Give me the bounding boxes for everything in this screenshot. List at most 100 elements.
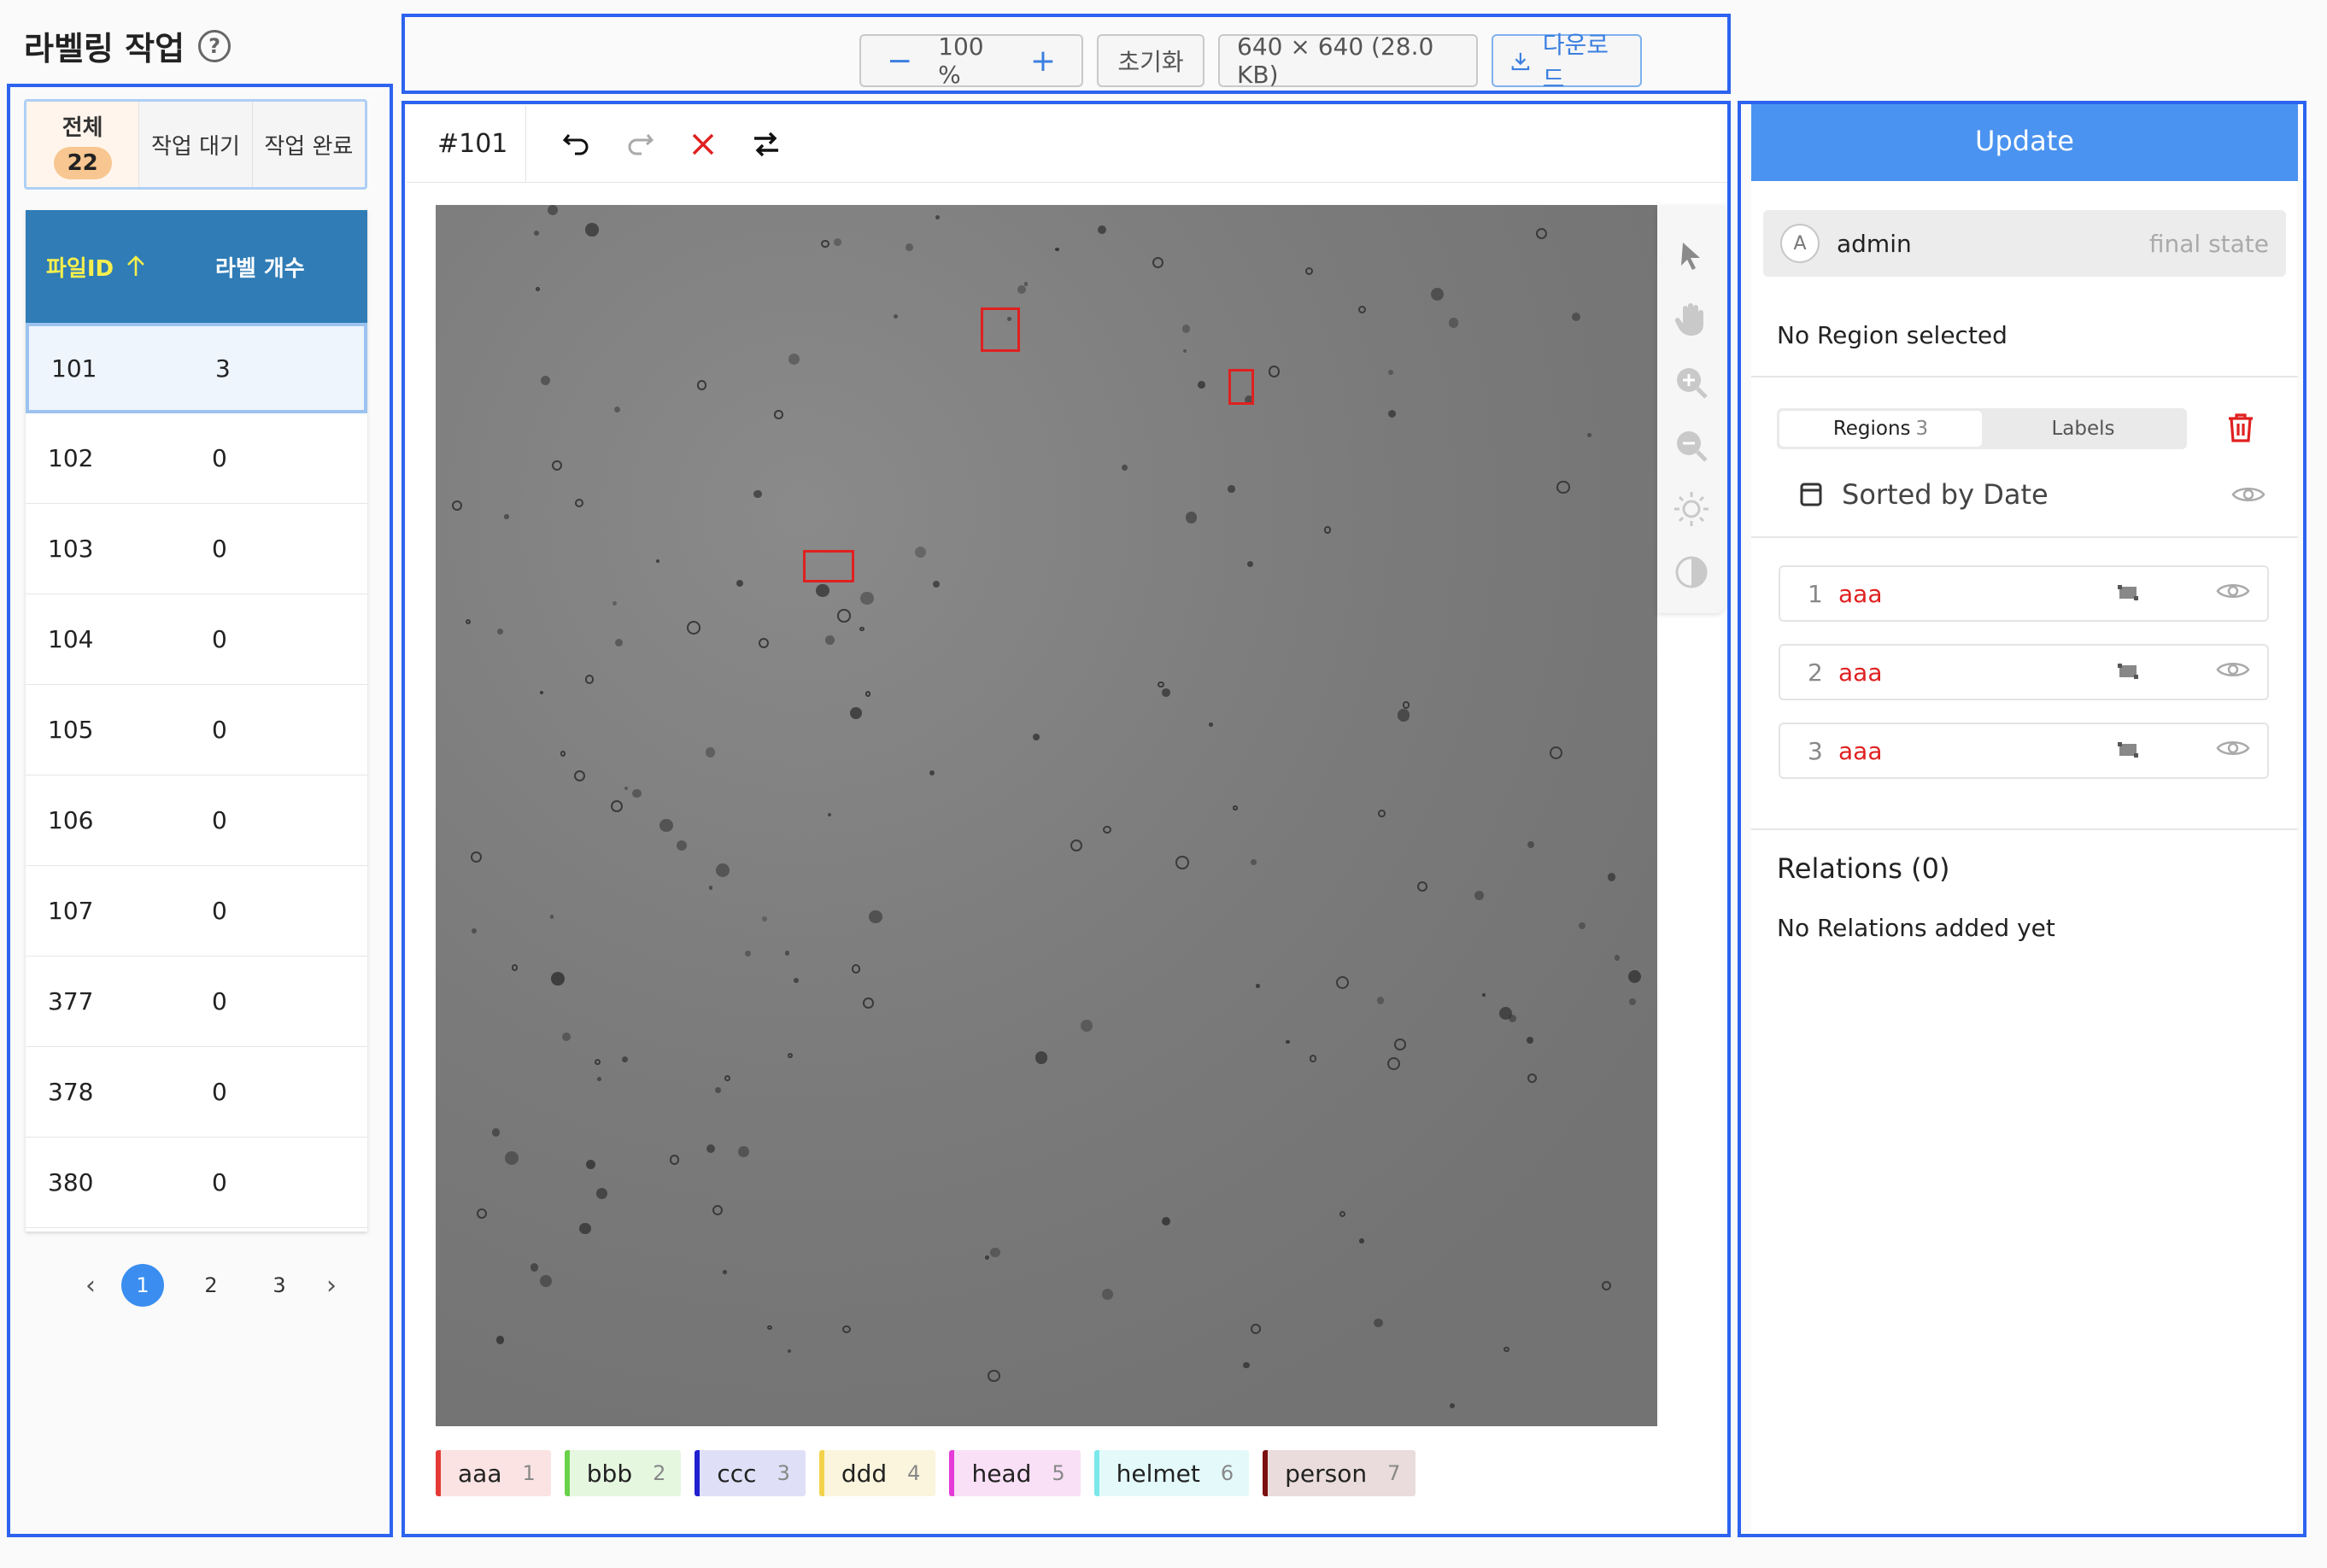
image-texture-speck bbox=[1402, 701, 1410, 709]
swap-icon[interactable] bbox=[750, 128, 783, 161]
image-texture-speck bbox=[990, 1247, 1000, 1257]
table-body: 101 3 102 0 103 0 104 0 105 0 106 0 107 0 377 0 378 0 380 0 bbox=[26, 323, 367, 1228]
page-3-button[interactable]: 3 bbox=[258, 1264, 301, 1307]
region-row[interactable]: 2 aaa bbox=[1779, 644, 2269, 700]
pan-hand-icon[interactable] bbox=[1673, 301, 1710, 338]
label-chip-person[interactable]: person 7 bbox=[1263, 1450, 1416, 1496]
update-button[interactable]: Update bbox=[1751, 101, 2298, 181]
column-header-file-id[interactable]: 파일ID bbox=[26, 251, 205, 283]
checkbox-icon bbox=[1800, 483, 1822, 506]
eye-icon[interactable] bbox=[2231, 483, 2265, 509]
trash-icon[interactable] bbox=[2226, 412, 2255, 448]
region-row[interactable]: 3 aaa bbox=[1779, 723, 2269, 779]
table-row[interactable]: 380 0 bbox=[26, 1138, 367, 1228]
page-1-button[interactable]: 1 bbox=[121, 1264, 164, 1307]
label-chip-ddd[interactable]: ddd 4 bbox=[818, 1450, 936, 1496]
image-texture-speck bbox=[1268, 366, 1280, 377]
label-count-cell: 0 bbox=[212, 444, 227, 472]
image-texture-speck bbox=[632, 788, 642, 799]
image-texture-speck bbox=[1228, 485, 1235, 493]
image-texture-speck bbox=[573, 769, 586, 782]
tab-pending[interactable]: 작업 대기 bbox=[139, 102, 253, 187]
table-row[interactable]: 107 0 bbox=[26, 866, 367, 957]
select-pointer-icon[interactable] bbox=[1673, 237, 1710, 275]
image-texture-speck bbox=[1417, 881, 1428, 892]
region-label: aaa bbox=[1838, 658, 1883, 687]
region-box-2[interactable] bbox=[1228, 369, 1254, 405]
table-row[interactable]: 378 0 bbox=[26, 1047, 367, 1138]
zoom-in-button[interactable]: + bbox=[1005, 44, 1081, 79]
label-chip-ccc[interactable]: ccc 3 bbox=[695, 1450, 806, 1496]
eye-icon[interactable] bbox=[2216, 737, 2250, 765]
page-2-button[interactable]: 2 bbox=[190, 1264, 232, 1307]
image-texture-speck bbox=[1397, 709, 1410, 722]
region-row[interactable]: 1 aaa bbox=[1779, 565, 2269, 622]
divider bbox=[1751, 536, 2298, 538]
prev-page-button[interactable]: ‹ bbox=[85, 1271, 96, 1301]
image-texture-speck bbox=[1251, 1324, 1262, 1335]
image-texture-speck bbox=[1033, 733, 1040, 740]
canvas-tools bbox=[1657, 205, 1726, 613]
image-texture-speck bbox=[1081, 1020, 1093, 1032]
image-texture-speck bbox=[669, 1155, 680, 1165]
download-button[interactable]: 다운로드 bbox=[1492, 31, 1642, 93]
table-row[interactable]: 101 3 bbox=[26, 323, 367, 413]
file-id-cell: 107 bbox=[48, 897, 94, 925]
image-texture-speck bbox=[1358, 1238, 1364, 1243]
image-texture-speck bbox=[869, 910, 882, 924]
image-texture-speck bbox=[705, 747, 716, 758]
eye-icon[interactable] bbox=[2216, 580, 2250, 608]
image-texture-speck bbox=[1339, 1210, 1346, 1218]
label-chip-head[interactable]: head 5 bbox=[949, 1450, 1081, 1496]
relations-empty-text: No Relations added yet bbox=[1777, 914, 2055, 942]
reset-button[interactable]: 초기화 bbox=[1097, 34, 1205, 87]
image-texture-speck bbox=[1387, 1056, 1401, 1070]
tab-labels[interactable]: Labels bbox=[1982, 411, 2184, 447]
close-icon[interactable] bbox=[687, 128, 719, 161]
image-texture-speck bbox=[1376, 996, 1385, 1004]
label-chip-aaa[interactable]: aaa 1 bbox=[436, 1450, 551, 1496]
undo-icon[interactable] bbox=[560, 128, 593, 161]
table-row[interactable]: 104 0 bbox=[26, 594, 367, 685]
image-toolbar: − 100 % + 초기화 640 × 640 (28.0 KB) 다운로드 bbox=[859, 31, 1642, 93]
sort-by-date[interactable]: Sorted by Date bbox=[1799, 478, 2049, 511]
contrast-icon[interactable] bbox=[1673, 553, 1710, 591]
zoom-in-icon[interactable] bbox=[1673, 364, 1710, 401]
table-row[interactable]: 106 0 bbox=[26, 775, 367, 866]
label-chip-helmet[interactable]: helmet 6 bbox=[1093, 1450, 1250, 1496]
column-header-label-count[interactable]: 라벨 개수 bbox=[205, 251, 305, 283]
tab-all[interactable]: 전체 22 bbox=[26, 102, 140, 187]
tab-regions[interactable]: Regions 3 bbox=[1779, 411, 1982, 447]
redo-icon[interactable] bbox=[624, 128, 656, 161]
image-texture-speck bbox=[935, 214, 940, 220]
region-box-1[interactable] bbox=[981, 307, 1020, 352]
image-texture-speck bbox=[1430, 287, 1445, 301]
next-page-button[interactable]: › bbox=[326, 1271, 337, 1301]
image-texture-speck bbox=[894, 313, 899, 319]
image-texture-speck bbox=[586, 1160, 596, 1170]
user-name: admin bbox=[1837, 229, 1912, 258]
region-box-3[interactable] bbox=[803, 550, 854, 582]
label-count-cell: 0 bbox=[212, 806, 227, 834]
table-row[interactable]: 105 0 bbox=[26, 685, 367, 775]
label-chip-shortcut: 7 bbox=[1387, 1461, 1401, 1485]
zoom-out-button[interactable]: − bbox=[861, 44, 938, 79]
image-texture-speck bbox=[1162, 688, 1170, 698]
help-icon[interactable]: ? bbox=[198, 29, 232, 62]
image-texture-speck bbox=[687, 620, 701, 635]
brightness-icon[interactable] bbox=[1673, 490, 1710, 528]
image-texture-speck bbox=[744, 951, 751, 957]
image-texture-speck bbox=[988, 1369, 1001, 1383]
tab-done[interactable]: 작업 완료 bbox=[253, 102, 365, 187]
label-chip-shortcut: 1 bbox=[522, 1461, 536, 1485]
eye-icon[interactable] bbox=[2216, 658, 2250, 687]
zoom-out-icon[interactable] bbox=[1673, 427, 1710, 465]
column-header-file-id-label: 파일ID bbox=[46, 255, 114, 282]
table-row[interactable]: 102 0 bbox=[26, 413, 367, 504]
table-row[interactable]: 377 0 bbox=[26, 957, 367, 1047]
annotation-image[interactable] bbox=[436, 205, 1657, 1426]
label-chip-bbb[interactable]: bbb 2 bbox=[564, 1450, 682, 1496]
image-texture-speck bbox=[614, 407, 621, 412]
image-texture-speck bbox=[793, 977, 799, 983]
table-row[interactable]: 103 0 bbox=[26, 504, 367, 594]
